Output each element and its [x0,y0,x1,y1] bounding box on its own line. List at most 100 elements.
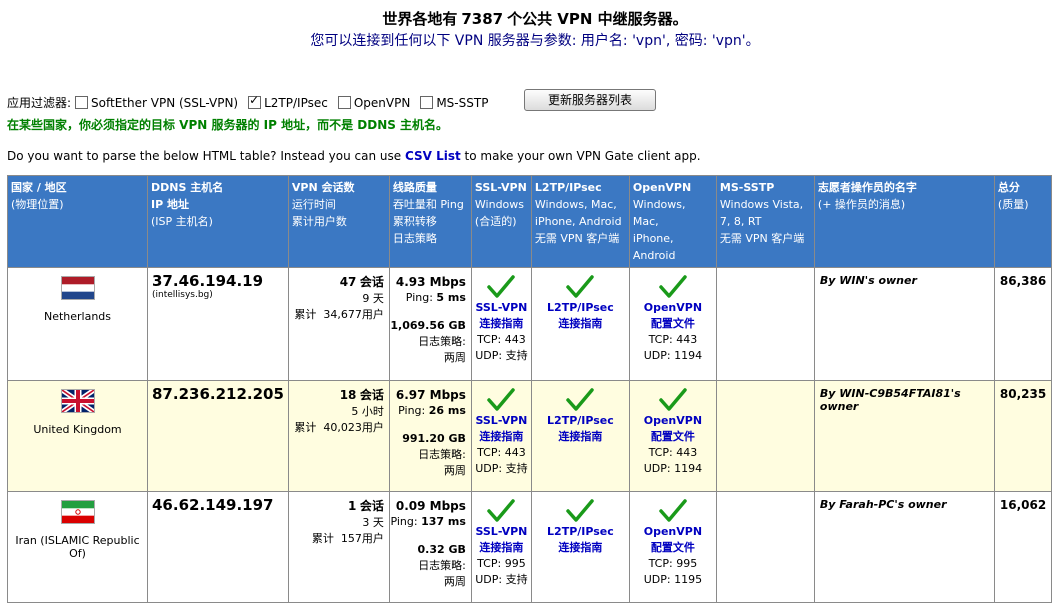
log-policy: 两周 [443,464,466,477]
ssl-tcp-port: TCP: 443 [477,446,526,459]
filter-label: 应用过滤器: [7,96,72,110]
throughput: 0.09 Mbps [395,499,466,513]
check-icon [659,275,687,298]
server-count: 7387 [461,10,504,28]
sslvpn-guide-link[interactable]: SSL-VPN 连接指南 [472,300,531,332]
ping-value: 26 ms [428,404,466,417]
col-mssstp: MS-SSTP Windows Vista, 7, 8, RT 无需 VPN 客户端 [715,175,815,268]
operator-name: By WIN's owner [819,274,917,287]
col-ddns: DDNS 主机名 IP 地址 (ISP 主机名) [147,175,289,268]
page-title: 世界各地有 7387 个公共 VPN 中继服务器。 [382,10,688,28]
filter-softether-checkbox[interactable]: SoftEther VPN (SSL-VPN) [75,96,238,110]
cumulative-users: 157 [340,532,362,545]
l2tp-guide-link[interactable]: L2TP/IPsec 连接指南 [532,300,629,332]
col-operator: 志愿者操作员的名字 (+ 操作员的消息) [813,175,995,268]
check-icon [487,499,516,522]
session-count: 47 [339,275,357,289]
cumulative-users: 40,023 [323,421,362,434]
log-policy: 两周 [443,351,466,364]
sslvpn-guide-link[interactable]: SSL-VPN 连接指南 [472,413,531,445]
check-icon [566,275,595,298]
ssl-tcp-port: TCP: 443 [477,333,526,346]
cumulative-users: 34,677 [323,308,362,321]
ovpn-udp-port: UDP: 1194 [643,462,703,475]
csv-list-link[interactable]: CSV List [405,149,461,163]
l2tp-guide-link[interactable]: L2TP/IPsec 连接指南 [532,524,629,556]
openvpn-config-link[interactable]: OpenVPN 配置文件 [630,413,716,445]
throughput: 4.93 Mbps [395,275,466,289]
ssl-udp-support: UDP: 支持 [475,349,528,362]
password-value: 'vpn' [711,33,746,49]
ssl-tcp-port: TCP: 995 [477,557,526,570]
session-count: 1 [348,499,357,513]
mssstp-cell [715,491,815,603]
ovpn-tcp-port: TCP: 443 [648,333,698,346]
col-sslvpn: SSL-VPN Windows (合适的) [470,175,532,268]
openvpn-config-link[interactable]: OpenVPN 配置文件 [630,300,716,332]
uptime: 9 天 [362,292,384,305]
operator-name: By WIN-C9B54FTAI81's owner [819,387,961,413]
table-header-row: 国家 / 地区 (物理位置) DDNS 主机名 IP 地址 (ISP 主机名) VPN… [7,175,1053,268]
total-score: 86,386 [999,274,1047,288]
transfer-total: 0.32 GB [417,543,466,556]
table-row: Iran (ISLAMIC Republic Of) 46.62.149.197… [7,491,1053,603]
country-flag-icon [60,276,95,300]
check-icon [566,388,595,411]
country-flag-icon [60,500,95,524]
country-name: United Kingdom [33,423,122,436]
uptime: 5 小时 [351,405,384,418]
check-icon [659,499,687,522]
check-icon [566,499,595,522]
server-ip[interactable]: 37.46.194.19 [148,268,288,290]
transfer-total: 991.20 GB [402,432,466,445]
refresh-server-list-button[interactable]: 更新服务器列表 [524,89,656,111]
mssstp-cell [715,267,815,381]
col-line-quality: 线路质量 吞吐量和 Ping 累积转移 日志策略 [388,175,472,268]
check-icon [659,388,687,411]
filter-openvpn-checkbox[interactable]: OpenVPN [337,96,410,110]
col-openvpn: OpenVPN Windows, Mac, iPhone, Android [628,175,717,268]
isp-hostname: (intellisys.bg) [152,290,213,300]
total-score: 16,062 [999,498,1047,512]
filter-bar: 应用过滤器: SoftEther VPN (SSL-VPN) L2TP/IPse… [7,93,494,111]
mssstp-cell [715,380,815,492]
warning-text: 在某些国家，你必须指定的目标 VPN 服务器的 IP 地址，而不是 DDNS 主… [7,118,449,132]
credentials-line: 您可以连接到任何以下 VPN 服务器与参数: 用户名: 'vpn', 密码: '… [310,33,760,49]
username-value: 'vpn' [632,33,666,49]
country-name: Iran (ISLAMIC Republic Of) [15,534,140,560]
table-row: United Kingdom 87.236.212.205 18 会话 5 小时… [7,380,1053,492]
parse-notice: Do you want to parse the below HTML tabl… [7,149,701,163]
ssl-udp-support: UDP: 支持 [475,573,528,586]
throughput: 6.97 Mbps [395,388,466,402]
total-score: 80,235 [999,387,1047,401]
ping-value: 5 ms [436,291,466,304]
operator-name: By Farah-PC's owner [819,498,947,511]
l2tp-guide-link[interactable]: L2TP/IPsec 连接指南 [532,413,629,445]
ovpn-tcp-port: TCP: 443 [648,446,698,459]
col-sessions: VPN 会话数 运行时间 累计用户数 [287,175,390,268]
ping-value: 137 ms [421,515,466,528]
col-l2tp: L2TP/IPsec Windows, Mac, iPhone, Android 无需… [530,175,630,268]
check-icon [487,388,516,411]
ovpn-udp-port: UDP: 1194 [643,349,703,362]
col-country: 国家 / 地区 (物理位置) [7,175,148,268]
ovpn-tcp-port: TCP: 995 [648,557,698,570]
log-policy: 两周 [443,575,466,588]
openvpn-config-link[interactable]: OpenVPN 配置文件 [630,524,716,556]
transfer-total: 1,069.56 GB [390,319,466,332]
server-ip[interactable]: 46.62.149.197 [148,492,288,514]
check-icon [487,275,516,298]
ssl-udp-support: UDP: 支持 [475,462,528,475]
ovpn-udp-port: UDP: 1195 [643,573,703,586]
filter-mssstp-checkbox[interactable]: MS-SSTP [420,96,488,110]
filter-l2tp-checkbox[interactable]: L2TP/IPsec [248,93,328,110]
table-row: Netherlands 37.46.194.19 (intellisys.bg)… [7,267,1053,381]
server-ip[interactable]: 87.236.212.205 [148,381,288,403]
country-flag-icon [60,387,95,415]
uptime: 3 天 [362,516,384,529]
session-count: 18 [339,388,357,402]
country-name: Netherlands [43,310,112,323]
sslvpn-guide-link[interactable]: SSL-VPN 连接指南 [472,524,531,556]
col-score: 总分 (质量) [993,175,1053,268]
server-table: 国家 / 地区 (物理位置) DDNS 主机名 IP 地址 (ISP 主机名) VPN… [7,175,1053,603]
